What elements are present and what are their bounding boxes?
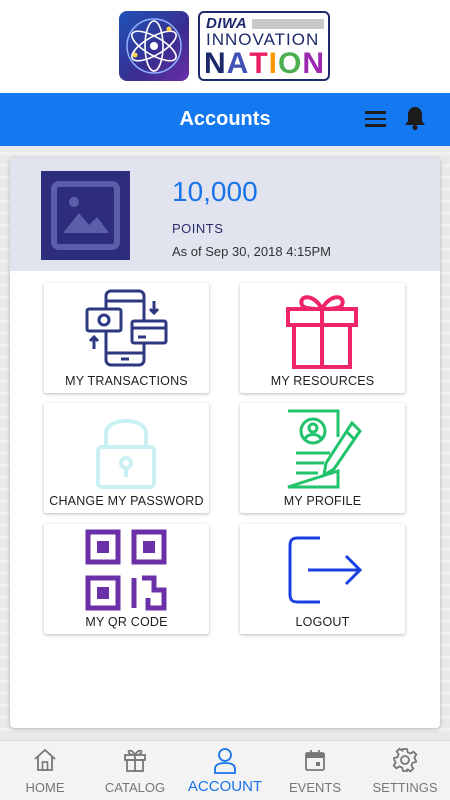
- home-icon: [34, 748, 56, 771]
- nav-account[interactable]: ACCOUNT: [180, 741, 270, 800]
- brand-nation-letter: O: [278, 47, 303, 80]
- points-value: 10,000: [172, 176, 258, 207]
- bell-icon[interactable]: [403, 105, 427, 131]
- transactions-icon: [85, 289, 168, 367]
- tile-label: CHANGE MY PASSWORD: [49, 494, 204, 508]
- brand-nation-letter: A: [226, 47, 250, 80]
- atom-logo-icon: [119, 11, 189, 81]
- avatar[interactable]: [41, 171, 130, 260]
- brand-nation-letter: N: [302, 47, 326, 80]
- image-placeholder-icon: [51, 181, 120, 250]
- my-profile-button[interactable]: MY PROFILE: [240, 403, 405, 513]
- padlock-icon: [96, 419, 156, 489]
- brand-wordmark: DIWA INNOVATION NATION: [198, 11, 330, 81]
- gift-icon: [286, 295, 358, 369]
- brand-nation-letter: N: [204, 47, 227, 80]
- change-my-password-button[interactable]: CHANGE MY PASSWORD: [44, 403, 209, 513]
- nav-label: EVENTS: [288, 780, 341, 795]
- bottom-navigation: HOME CATALOG ACCOUNT EVENTS SETTINGS: [0, 740, 450, 800]
- nav-label: CATALOG: [104, 780, 166, 795]
- tile-label: MY TRANSACTIONS: [65, 374, 188, 388]
- calendar-icon: [305, 750, 325, 771]
- brand-nation-letter: T: [249, 47, 269, 80]
- tile-label: LOGOUT: [295, 615, 350, 629]
- nav-label: HOME: [25, 780, 65, 795]
- nav-home[interactable]: HOME: [0, 741, 90, 800]
- brand-header: DIWA INNOVATION NATION: [0, 0, 450, 93]
- app-bar: Accounts: [0, 93, 450, 146]
- hamburger-menu-icon[interactable]: [364, 109, 388, 129]
- tile-label: MY PROFILE: [283, 494, 362, 508]
- profile-document-icon: [287, 409, 362, 489]
- my-qr-code-button[interactable]: MY QR CODE: [44, 524, 209, 634]
- points-timestamp: As of Sep 30, 2018 4:15PM: [172, 244, 331, 259]
- nav-settings[interactable]: SETTINGS: [360, 741, 450, 800]
- nav-events[interactable]: EVENTS: [270, 741, 360, 800]
- brand-nation-letter: I: [268, 47, 279, 80]
- nav-catalog[interactable]: CATALOG: [90, 741, 180, 800]
- my-resources-button[interactable]: MY RESOURCES: [240, 283, 405, 393]
- logout-button[interactable]: LOGOUT: [240, 524, 405, 634]
- gift-box-icon: [124, 749, 146, 772]
- person-icon: [214, 748, 236, 774]
- points-label: POINTS: [172, 221, 224, 236]
- my-transactions-button[interactable]: MY TRANSACTIONS: [44, 283, 209, 393]
- account-card: 10,000 POINTS As of Sep 30, 2018 4:15PM: [10, 158, 440, 728]
- tile-label: MY RESOURCES: [270, 374, 375, 388]
- tile-label: MY QR CODE: [85, 615, 168, 629]
- points-panel: 10,000 POINTS As of Sep 30, 2018 4:15PM: [10, 158, 440, 271]
- brand-redacted-bar: [252, 19, 324, 29]
- gear-icon: [392, 747, 418, 773]
- nav-label: SETTINGS: [372, 780, 438, 795]
- logout-icon: [288, 536, 363, 604]
- qr-code-icon: [85, 529, 167, 611]
- brand-nation-text: NATION: [204, 47, 325, 81]
- nav-label: ACCOUNT: [187, 778, 263, 795]
